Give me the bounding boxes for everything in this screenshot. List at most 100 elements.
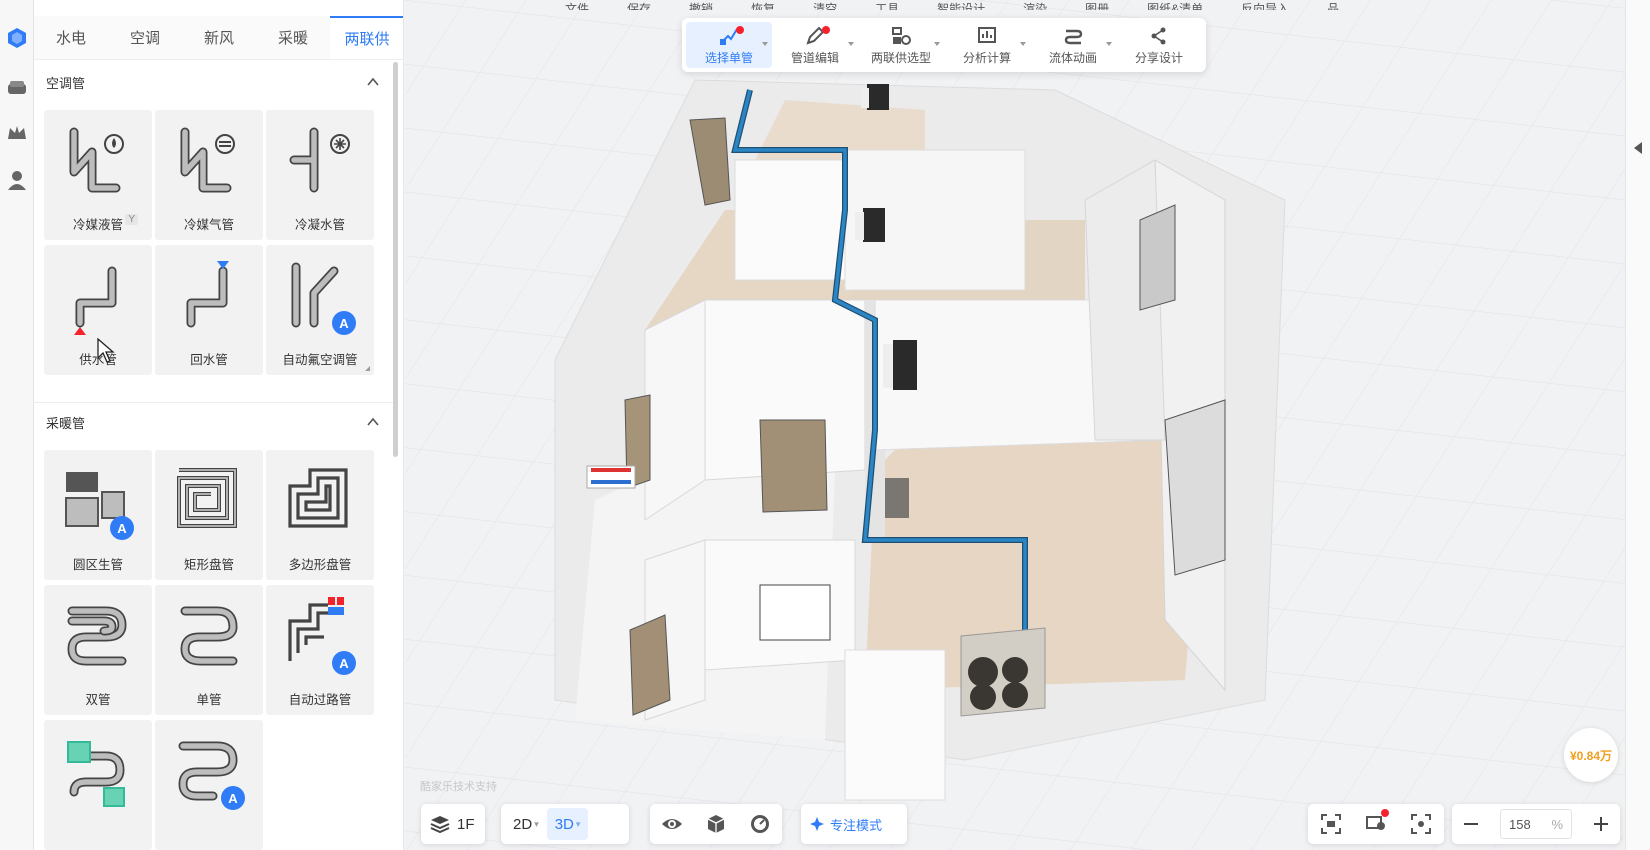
polygon-coil-icon [288,468,348,528]
manifold[interactable] [586,465,636,489]
eye-icon[interactable] [661,813,683,835]
panel-toggle-icon[interactable] [1630,140,1644,156]
analysis-icon [978,26,996,43]
toolbar-select-pipe-button[interactable]: 选择单管 [686,22,772,68]
zoom-value: 158 [1509,816,1531,832]
top-menu-item[interactable]: 清空 [813,2,837,10]
tab-3[interactable]: 采暖 [256,16,330,59]
target-icon [810,817,824,831]
top-menu-item[interactable]: 智能设计 [937,2,985,10]
pipe-tile-label: 单管 [196,693,222,707]
shortcut-badge: Y [125,214,138,225]
pipe-tile[interactable]: A 自动氟空调管 [266,245,374,375]
caret-down-icon[interactable] [848,42,854,46]
auto-coil-icon: A [178,741,245,810]
category-tabs: 水电 空调 新风 采暖 两联供 [34,16,403,60]
tab-0[interactable]: 水电 [34,16,108,59]
fluid-animation-icon [1064,29,1083,44]
toolbar-selection-button[interactable]: 两联供选型 [858,22,944,68]
top-menu-item[interactable]: 工具 [875,2,899,10]
top-menu-item[interactable]: 撤销 [689,2,713,10]
toolbar-share-button[interactable]: 分享设计 [1116,22,1202,68]
tab-4[interactable]: 两联供 [330,16,403,59]
caret-down-icon: ▾ [534,818,539,829]
focus-frame-icon[interactable] [1410,813,1432,835]
chevron-up-icon[interactable] [366,75,380,89]
tab-1[interactable]: 空调 [108,16,182,59]
pipe-tile-label: 双管 [85,693,111,707]
pipe-tile[interactable]: 回水管 [155,245,263,375]
pipe-tile[interactable] [44,720,152,850]
pipe-tile-label: 自动过路管 [288,693,352,707]
caret-down-icon[interactable] [762,42,768,46]
outdoor-unit[interactable] [960,627,1046,717]
gauge-icon[interactable] [749,813,771,835]
camera-settings-button[interactable] [1365,808,1389,838]
floor-button[interactable]: 1F [421,808,483,840]
pipe-tile-label: 回水管 [190,353,228,367]
pipe-tile[interactable]: 冷媒气管 [155,110,263,240]
refrigerant-liquid-pipe-icon [69,127,124,193]
toolbar-pipe-edit-button[interactable]: 管道编辑 [772,22,858,68]
rail-user-button[interactable] [0,160,34,200]
share-icon [1151,27,1166,44]
caret-down-icon: ▾ [575,818,581,829]
zoom-out-icon[interactable] [1462,815,1480,833]
toolbar-analysis-button[interactable]: 分析计算 [944,22,1030,68]
component-panel: 水电 空调 新风 采暖 两联供 空调管 冷媒液管 Y 冷媒气管 冷凝水管 供水管 回水管 A 自动氟空… [34,0,404,850]
top-menu-item[interactable]: 图纸&清单 [1147,2,1203,10]
panel-scrollbar[interactable] [393,62,398,457]
toolbar-label: 管道编辑 [790,50,839,65]
view-3d-button[interactable]: 3D ▾ [546,808,589,840]
section-title-ac: 空调管 [46,75,86,91]
toolbar-label: 两联供选型 [870,50,931,65]
price-badge[interactable]: ¥0.84万 [1564,728,1618,782]
section-title-heating: 采暖管 [46,415,86,431]
fit-view-icon[interactable] [1320,813,1342,835]
pipe-tile[interactable]: 冷媒液管 Y [44,110,152,240]
pipe-tile[interactable]: 单管 [155,585,263,715]
floor-switch[interactable]: 1F [421,804,485,844]
top-menu-item[interactable]: 恢复 [751,2,775,10]
section-header-heating[interactable]: 采暖管 [34,402,394,442]
caret-down-icon[interactable] [934,42,940,46]
tab-2[interactable]: 新风 [182,16,256,59]
notification-dot [822,26,830,34]
rail-premium-button[interactable] [0,113,34,153]
rail-hvac-button[interactable] [0,18,34,58]
top-menu-item[interactable]: 反向导入 [1241,2,1289,10]
top-menu-item[interactable]: 渲染 [1023,2,1047,10]
top-menu-item[interactable]: 保存 [627,2,651,10]
pipe-tile[interactable]: 多边形盘管 [266,450,374,580]
auto-pass-pipe-icon: A [288,597,356,675]
pipe-tile-label: 自动氟空调管 [282,353,358,367]
top-menu-item[interactable]: 文件 [565,2,589,10]
toolbar-fluid-animation-button[interactable]: 流体动画 [1030,22,1116,68]
pipe-tile[interactable]: 矩形盘管 [155,450,263,580]
pipe-tile[interactable]: A 自动过路管 [266,585,374,715]
focus-mode-box: 专注模式 [801,804,907,844]
caret-down-icon[interactable] [1106,42,1112,46]
pipe-tile[interactable]: A [155,720,263,850]
rail-furniture-button[interactable] [0,68,34,108]
right-rail [1625,0,1650,850]
pipe-tile[interactable]: 冷凝水管 [266,110,374,240]
zoom-in-icon[interactable] [1592,815,1610,833]
section-header-ac[interactable]: 空调管 [34,62,394,102]
indoor-unit-3[interactable] [883,340,917,390]
cube-icon [8,28,26,48]
3d-scene[interactable] [405,0,1625,850]
box-icon[interactable] [705,813,727,835]
top-menu-item[interactable]: 图册 [1085,2,1109,10]
pipe-tile-label: 圆区生管 [72,558,123,572]
indoor-unit-2[interactable] [855,208,885,242]
caret-down-icon[interactable] [1020,42,1026,46]
view-2d-button[interactable]: 2D ▾ [505,808,547,840]
chevron-up-icon[interactable] [366,415,380,429]
pipe-tile[interactable]: A 圆区生管 [44,450,152,580]
pipe-tile[interactable]: 双管 [44,585,152,715]
focus-mode-button[interactable]: 专注模式 [801,808,890,840]
auto-ac-pipe-icon: A [291,262,356,335]
zoom-input[interactable]: 158 % [1500,809,1572,839]
3d-viewport[interactable]: 文件保存撤销恢复清空工具智能设计渲染图册图纸&清单反向导入品库 酷家乐技术支持 [405,0,1625,850]
